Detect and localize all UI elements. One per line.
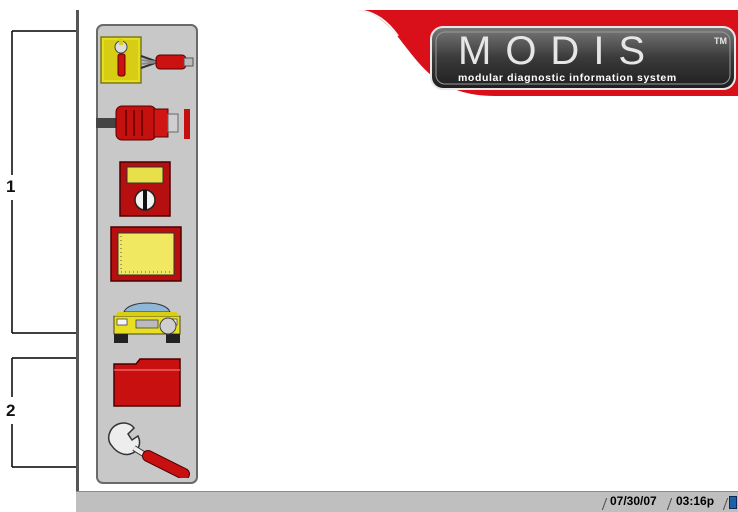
- status-date: 07/30/07: [610, 494, 657, 508]
- status-separator: [666, 498, 673, 510]
- wrench-icon: [107, 422, 190, 480]
- battery-icon: [729, 496, 737, 509]
- scanner-icon: [100, 36, 194, 84]
- status-bar: 07/30/07 03:16p: [76, 491, 738, 512]
- oscilloscope-icon: [110, 226, 182, 282]
- logo-wordmark: MODIS: [458, 29, 660, 73]
- callout-number-1: 1: [6, 177, 16, 196]
- modis-logo: MODIS TM modular diagnostic information …: [430, 26, 736, 90]
- toolbar-item-connector[interactable]: [96, 100, 196, 148]
- main-toolbar: [96, 24, 198, 484]
- screen-left-border: [76, 10, 79, 502]
- toolbar-item-multimeter[interactable]: [118, 160, 174, 218]
- logo-trademark: TM: [714, 36, 727, 46]
- toolbar-item-wrench[interactable]: [104, 418, 192, 480]
- toolbar-item-vehicle[interactable]: [110, 294, 184, 346]
- multimeter-icon: [119, 161, 171, 217]
- toolbar-item-folder[interactable]: [112, 356, 184, 410]
- toolbar-item-scanner[interactable]: [100, 34, 196, 86]
- status-separator: [722, 498, 729, 510]
- vehicle-icon: [113, 302, 181, 343]
- logo-tagline: modular diagnostic information system: [458, 72, 677, 84]
- connector-cable-icon: [96, 105, 190, 141]
- folder-icon: [113, 358, 181, 407]
- toolbar-item-oscilloscope[interactable]: [110, 226, 182, 282]
- callout-number-2: 2: [6, 401, 16, 420]
- status-time: 03:16p: [676, 494, 715, 508]
- status-separator: [601, 498, 608, 510]
